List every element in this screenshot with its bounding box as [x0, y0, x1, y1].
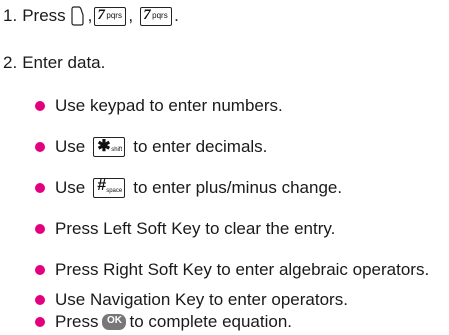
list-item-text: Use Navigation Key to enter operators.: [55, 290, 348, 309]
list-item-text: Press: [55, 312, 99, 331]
hash-space-key-icon: # space: [93, 177, 126, 198]
key-7pqrs-icon: 7 pqrs: [140, 6, 173, 26]
key-digit: 7: [143, 6, 151, 23]
list-item: Press Left Soft Key to clear the entry.: [35, 216, 335, 242]
hash-symbol: #: [97, 177, 107, 194]
step-2-number: 2.: [3, 53, 18, 72]
bullet-dot: [35, 224, 45, 234]
star-shift-key-icon: ✱ shift: [93, 137, 126, 157]
step-1-separator: ,: [87, 6, 93, 25]
list-item-text: to enter decimals.: [133, 137, 268, 156]
step-1-number: 1.: [3, 6, 18, 25]
list-item: Use keypad to enter numbers.: [35, 93, 283, 119]
list-item-text: Use: [55, 137, 86, 156]
list-item-text: Use keypad to enter numbers.: [55, 96, 283, 115]
list-item: Use ✱ shift to enter decimals.: [35, 134, 267, 160]
ok-label: OK: [106, 315, 122, 326]
star-symbol: ✱: [97, 138, 111, 155]
list-item-text: Press Left Soft Key to clear the entry.: [55, 219, 336, 238]
bullet-dot: [35, 101, 45, 111]
list-item-text: Use: [55, 178, 86, 197]
bullet-dot: [35, 265, 45, 275]
list-item-text: to enter plus/minus change.: [133, 178, 343, 197]
list-item-text: to complete equation.: [129, 312, 293, 331]
step-1-separator: ,: [128, 6, 134, 25]
step-1-end: .: [174, 6, 179, 25]
star-sub-label: shift: [111, 147, 123, 153]
list-item-text: Press Right Soft Key to enter algebraic …: [55, 260, 430, 279]
key-letters: pqrs: [106, 10, 122, 20]
key-digit: 7: [97, 6, 105, 23]
step-2-text: Enter data.: [22, 53, 106, 72]
hash-sub-label: space: [106, 188, 123, 194]
step-1-verb: Press: [22, 6, 66, 25]
list-item: Use # space to enter plus/minus change.: [35, 175, 342, 201]
key-letters: pqrs: [152, 10, 168, 20]
soft-key-icon: [70, 6, 84, 26]
ok-key-icon: OK: [102, 314, 127, 330]
key-7pqrs-icon: 7 pqrs: [94, 6, 127, 26]
bullet-dot: [35, 317, 45, 327]
list-item: Press OK to complete equation.: [35, 309, 292, 335]
bullet-dot: [35, 295, 45, 305]
list-item: Press Right Soft Key to enter algebraic …: [35, 257, 429, 283]
bullet-dot: [35, 142, 45, 152]
bullet-dot: [35, 183, 45, 193]
step-2: 2. Enter data.: [3, 50, 105, 76]
step-1: 1. Press , 7 pqrs , 7 pqrs .: [3, 3, 179, 29]
